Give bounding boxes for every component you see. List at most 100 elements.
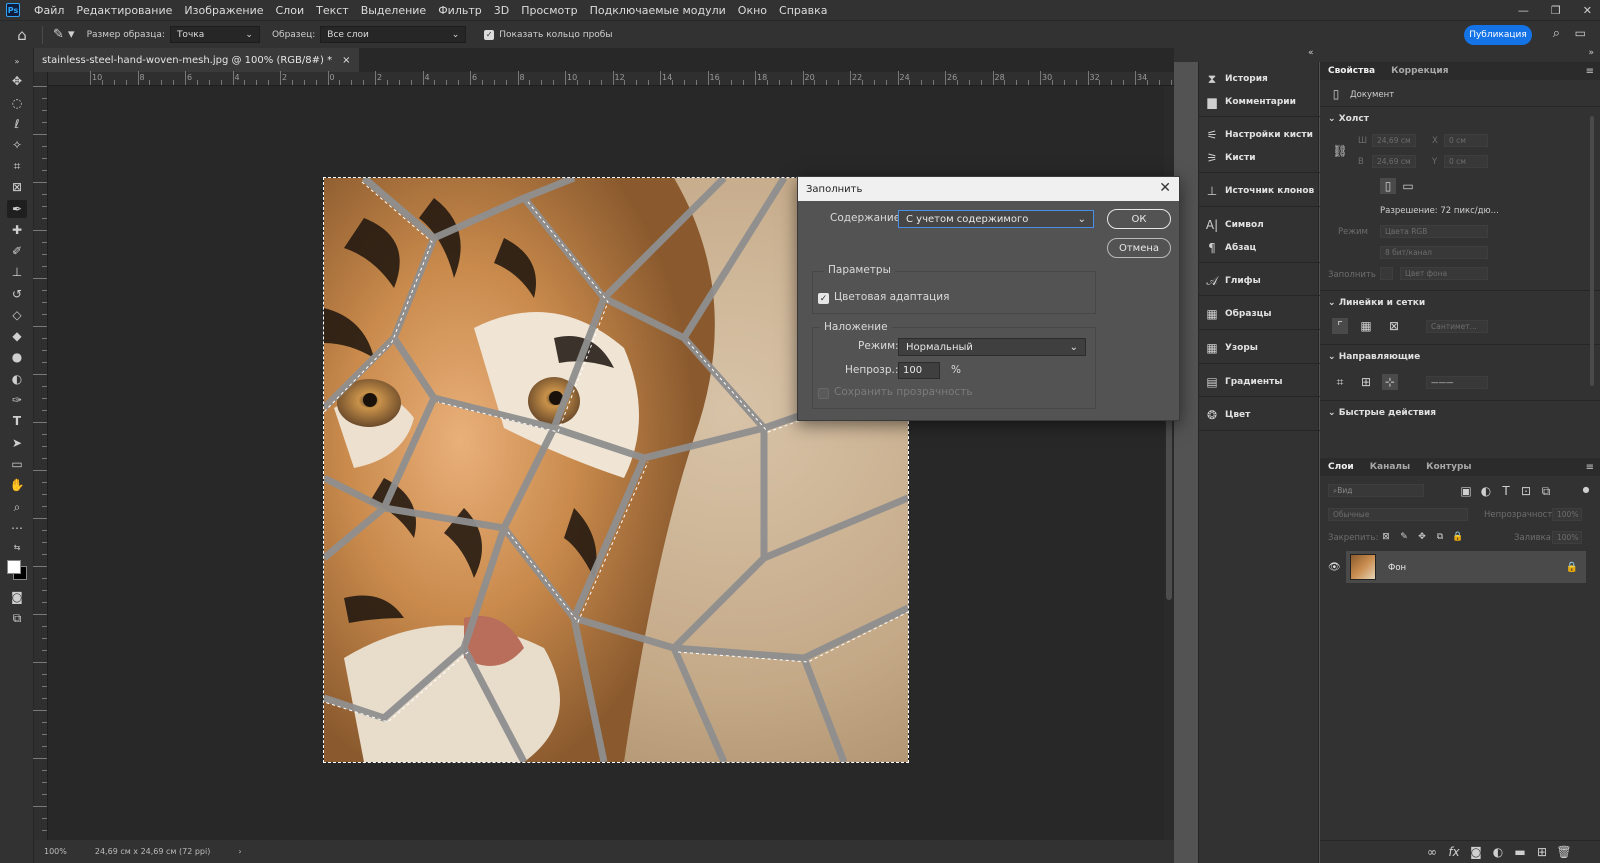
restore-icon[interactable]: ❐ bbox=[1551, 4, 1561, 17]
menu-window[interactable]: Окно bbox=[732, 4, 773, 17]
panel-brush-settings[interactable]: ⚟ Настройки кисти bbox=[1199, 124, 1320, 146]
menu-plugins[interactable]: Подключаемые модули bbox=[584, 4, 732, 17]
dialog-titlebar[interactable]: Заполнить ✕ bbox=[798, 177, 1179, 201]
healing-brush-tool-icon[interactable]: ✚ bbox=[7, 221, 27, 239]
menu-filter[interactable]: Фильтр bbox=[432, 4, 488, 17]
close-icon[interactable]: ✕ bbox=[1159, 180, 1171, 196]
bit-depth-select[interactable]: 8 бит/канал bbox=[1380, 246, 1488, 259]
swap-colors-icon[interactable]: ⇆ bbox=[7, 538, 27, 556]
move-tool-icon[interactable]: ✥ bbox=[7, 72, 27, 90]
menu-edit[interactable]: Редактирование bbox=[70, 4, 178, 17]
panel-paragraph[interactable]: ¶ Абзац bbox=[1199, 237, 1320, 259]
pen-tool-icon[interactable]: ✑ bbox=[7, 391, 27, 409]
zoom-level[interactable]: 100% bbox=[44, 847, 67, 856]
filter-adjustment-icon[interactable]: ◐ bbox=[1478, 483, 1494, 499]
fx-icon[interactable]: fx bbox=[1446, 844, 1462, 860]
eye-visibility-icon[interactable]: 👁 bbox=[1328, 562, 1342, 576]
search-icon[interactable]: ⌕ bbox=[1553, 26, 1560, 41]
workspace-icon[interactable]: ▭ bbox=[1575, 26, 1586, 40]
panel-menu-icon[interactable]: ≡ bbox=[1586, 462, 1594, 473]
panel-gradients[interactable]: ▤ Градиенты bbox=[1199, 371, 1320, 393]
close-tab-icon[interactable]: × bbox=[342, 55, 350, 66]
minimize-icon[interactable]: — bbox=[1518, 4, 1529, 17]
filter-toggle-icon[interactable]: ● bbox=[1578, 481, 1594, 497]
lock-image-icon[interactable]: ✎ bbox=[1396, 529, 1412, 545]
link-icon[interactable]: ⛓ bbox=[1332, 143, 1348, 159]
quick-selection-tool-icon[interactable]: ✧ bbox=[7, 136, 27, 154]
menu-layers[interactable]: Слои bbox=[270, 4, 311, 17]
frame-tool-icon[interactable]: ⊠ bbox=[7, 178, 27, 196]
panel-color[interactable]: ❂ Цвет bbox=[1199, 404, 1320, 426]
guides-icon[interactable]: ⌗ bbox=[1332, 374, 1348, 390]
guides-section-head[interactable]: ⌄ Направляющие bbox=[1328, 352, 1420, 362]
horizontal-ruler[interactable]: 10 8 6 4 2 0 2 4 6 8 10 12 14 16 18 20 22 24 26 28 30 32 34 bbox=[48, 71, 1174, 86]
properties-scrollbar[interactable] bbox=[1590, 116, 1594, 386]
path-selection-tool-icon[interactable]: ➤ bbox=[7, 434, 27, 452]
mode-select[interactable]: Нормальный ⌄ bbox=[898, 338, 1086, 356]
width-field[interactable]: 24,69 см bbox=[1372, 134, 1416, 147]
rulers-icon[interactable]: ⌜ bbox=[1332, 318, 1348, 334]
home-icon[interactable]: ⌂ bbox=[12, 25, 32, 45]
new-group-icon[interactable]: ▬ bbox=[1512, 844, 1528, 860]
panel-comments[interactable]: ▆ Комментарии bbox=[1199, 91, 1320, 113]
sample-select[interactable]: Все слои ⌄ bbox=[320, 26, 467, 43]
tab-properties[interactable]: Свойства bbox=[1320, 66, 1383, 76]
adjustment-layer-icon[interactable]: ◐ bbox=[1490, 844, 1506, 860]
filter-shape-icon[interactable]: ⊡ bbox=[1518, 483, 1534, 499]
publish-button[interactable]: Публикация bbox=[1464, 25, 1532, 45]
canvas-section-head[interactable]: ⌄ Холст bbox=[1328, 114, 1369, 124]
panel-patterns[interactable]: ▦ Узоры bbox=[1199, 337, 1320, 359]
sample-size-select[interactable]: Точка ⌄ bbox=[169, 26, 260, 43]
filter-type-icon[interactable]: T bbox=[1498, 483, 1514, 499]
ruler-units-select[interactable]: Сантимет... bbox=[1426, 320, 1488, 333]
quick-mask-icon[interactable]: ◙ bbox=[7, 588, 27, 606]
lasso-tool-icon[interactable]: ℓ bbox=[7, 115, 27, 133]
guide-color-select[interactable]: ——— bbox=[1426, 376, 1488, 389]
quick-actions-section-head[interactable]: ⌄ Быстрые действия bbox=[1328, 408, 1436, 418]
menu-help[interactable]: Справка bbox=[773, 4, 833, 17]
color-mode-select[interactable]: Цвета RGB bbox=[1380, 225, 1488, 238]
menu-type[interactable]: Текст bbox=[310, 4, 355, 17]
foreground-color-swatch[interactable] bbox=[7, 560, 21, 574]
tab-channels[interactable]: Каналы bbox=[1362, 462, 1418, 472]
clone-stamp-tool-icon[interactable]: ⊥ bbox=[7, 263, 27, 281]
document-tab[interactable]: stainless-steel-hand-woven-mesh.jpg @ 10… bbox=[34, 48, 359, 72]
pixel-grid-icon[interactable]: ⊠ bbox=[1386, 318, 1402, 334]
lock-all-icon[interactable]: 🔒 bbox=[1450, 529, 1466, 545]
opacity-input[interactable]: 100 bbox=[898, 362, 940, 379]
eyedropper-tool-icon[interactable]: ✒ bbox=[7, 200, 27, 218]
filter-smart-object-icon[interactable]: ⧉ bbox=[1538, 483, 1554, 499]
panel-swatches[interactable]: ▦ Образцы bbox=[1199, 303, 1320, 325]
lock-position-icon[interactable]: ✥ bbox=[1414, 529, 1430, 545]
panel-brushes[interactable]: ⚞ Кисти bbox=[1199, 147, 1320, 169]
close-window-icon[interactable]: ✕ bbox=[1583, 4, 1592, 17]
rulers-section-head[interactable]: ⌄ Линейки и сетки bbox=[1328, 298, 1425, 308]
crop-tool-icon[interactable]: ⌗ bbox=[7, 157, 27, 175]
paint-bucket-tool-icon[interactable]: ◆ bbox=[7, 327, 27, 345]
blend-mode-select[interactable]: Обычные bbox=[1328, 508, 1468, 521]
hand-tool-icon[interactable]: ✋ bbox=[7, 476, 27, 494]
collapse-left-icon[interactable]: « bbox=[1308, 48, 1314, 58]
color-adaptation-checkbox[interactable]: ✓ bbox=[818, 293, 829, 304]
brush-tool-icon[interactable]: ✐ bbox=[7, 242, 27, 260]
panel-history[interactable]: ⧗ История bbox=[1199, 68, 1320, 90]
collapse-right-icon[interactable]: » bbox=[1588, 48, 1594, 58]
expand-toolbar-icon[interactable]: » bbox=[7, 52, 27, 70]
contents-select[interactable]: С учетом содержимого ⌄ bbox=[898, 210, 1094, 228]
panel-clone-source[interactable]: ⊥ Источник клонов bbox=[1199, 180, 1320, 202]
zoom-tool-icon[interactable]: ⌕ bbox=[7, 498, 27, 516]
marquee-tool-icon[interactable]: ◌ bbox=[7, 94, 27, 112]
link-layers-icon[interactable]: ∞ bbox=[1424, 844, 1440, 860]
menu-file[interactable]: Файл bbox=[28, 4, 70, 17]
panel-menu-icon[interactable]: ≡ bbox=[1586, 66, 1594, 77]
height-field[interactable]: 24,69 см bbox=[1372, 155, 1416, 168]
panel-character[interactable]: A| Символ bbox=[1199, 214, 1320, 236]
eraser-tool-icon[interactable]: ◇ bbox=[7, 306, 27, 324]
show-ring-checkbox[interactable]: ✓ bbox=[484, 29, 495, 40]
menu-3d[interactable]: 3D bbox=[488, 4, 515, 17]
fill-select[interactable]: Цвет фона bbox=[1400, 267, 1488, 280]
landscape-orientation-icon[interactable]: ▭ bbox=[1400, 178, 1416, 194]
guide-layout-icon[interactable]: ⊞ bbox=[1358, 374, 1374, 390]
new-layer-icon[interactable]: ⊞ bbox=[1534, 844, 1550, 860]
vertical-ruler[interactable] bbox=[33, 72, 48, 840]
